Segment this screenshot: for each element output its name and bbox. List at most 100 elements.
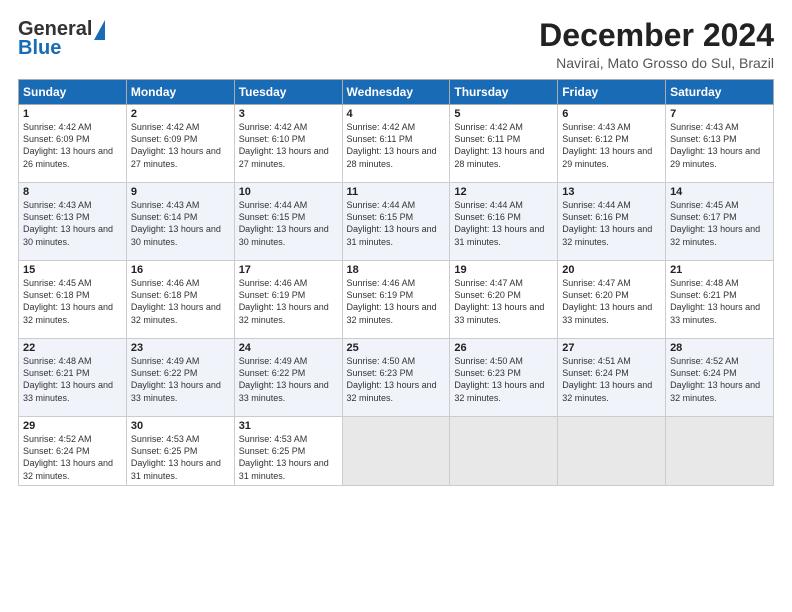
day-number: 4 xyxy=(347,108,446,120)
cell-info: Sunrise: 4:46 AMSunset: 6:19 PMDaylight:… xyxy=(347,278,437,324)
calendar-cell: 18 Sunrise: 4:46 AMSunset: 6:19 PMDayligh… xyxy=(342,261,450,339)
calendar-day-header: Monday xyxy=(126,80,234,105)
cell-info: Sunrise: 4:42 AMSunset: 6:10 PMDaylight:… xyxy=(239,122,329,168)
day-number: 26 xyxy=(454,342,553,354)
cell-info: Sunrise: 4:44 AMSunset: 6:16 PMDaylight:… xyxy=(562,200,652,246)
cell-info: Sunrise: 4:45 AMSunset: 6:18 PMDaylight:… xyxy=(23,278,113,324)
calendar-cell: 16Sunrise: 4:46 AMSunset: 6:18 PMDayligh… xyxy=(126,261,234,339)
calendar-cell: 11 Sunrise: 4:44 AMSunset: 6:15 PMDayligh… xyxy=(342,183,450,261)
cell-info: Sunrise: 4:43 AMSunset: 6:13 PMDaylight:… xyxy=(670,122,760,168)
cell-info: Sunrise: 4:48 AMSunset: 6:21 PMDaylight:… xyxy=(670,278,760,324)
cell-info: Sunrise: 4:43 AMSunset: 6:13 PMDaylight:… xyxy=(23,200,113,246)
logo: General Blue xyxy=(18,18,105,60)
calendar-cell: 19 Sunrise: 4:47 AMSunset: 6:20 PMDayligh… xyxy=(450,261,558,339)
calendar-cell: 31 Sunrise: 4:53 AMSunset: 6:25 PMDayligh… xyxy=(234,417,342,486)
calendar-cell: 17 Sunrise: 4:46 AMSunset: 6:19 PMDayligh… xyxy=(234,261,342,339)
cell-info: Sunrise: 4:51 AMSunset: 6:24 PMDaylight:… xyxy=(562,356,652,402)
day-number: 8 xyxy=(23,186,122,198)
day-number: 18 xyxy=(347,264,446,276)
calendar-cell: 20 Sunrise: 4:47 AMSunset: 6:20 PMDayligh… xyxy=(558,261,666,339)
cell-info: Sunrise: 4:50 AMSunset: 6:23 PMDaylight:… xyxy=(347,356,437,402)
calendar-cell: 13 Sunrise: 4:44 AMSunset: 6:16 PMDayligh… xyxy=(558,183,666,261)
calendar-day-header: Saturday xyxy=(666,80,774,105)
calendar-cell: 25 Sunrise: 4:50 AMSunset: 6:23 PMDayligh… xyxy=(342,339,450,417)
calendar-day-header: Sunday xyxy=(19,80,127,105)
day-number: 25 xyxy=(347,342,446,354)
calendar-cell: 15 Sunrise: 4:45 AMSunset: 6:18 PMDayligh… xyxy=(19,261,127,339)
calendar-cell xyxy=(450,417,558,486)
calendar-header-row: SundayMondayTuesdayWednesdayThursdayFrid… xyxy=(19,80,774,105)
cell-info: Sunrise: 4:42 AMSunset: 6:09 PMDaylight:… xyxy=(23,122,113,168)
cell-info: Sunrise: 4:43 AMSunset: 6:14 PMDaylight:… xyxy=(131,200,221,246)
location: Navirai, Mato Grosso do Sul, Brazil xyxy=(539,55,774,71)
cell-info: Sunrise: 4:44 AMSunset: 6:15 PMDaylight:… xyxy=(347,200,437,246)
day-number: 24 xyxy=(239,342,338,354)
logo-triangle xyxy=(94,20,105,40)
day-number: 20 xyxy=(562,264,661,276)
cell-info: Sunrise: 4:46 AMSunset: 6:19 PMDaylight:… xyxy=(239,278,329,324)
header: General Blue December 2024 Navirai, Mato… xyxy=(18,18,774,71)
calendar-cell: 14Sunrise: 4:45 AMSunset: 6:17 PMDayligh… xyxy=(666,183,774,261)
calendar-cell: 8 Sunrise: 4:43 AMSunset: 6:13 PMDaylight… xyxy=(19,183,127,261)
calendar-cell: 26 Sunrise: 4:50 AMSunset: 6:23 PMDayligh… xyxy=(450,339,558,417)
cell-info: Sunrise: 4:42 AMSunset: 6:09 PMDaylight:… xyxy=(131,122,221,168)
cell-info: Sunrise: 4:44 AMSunset: 6:16 PMDaylight:… xyxy=(454,200,544,246)
page: General Blue December 2024 Navirai, Mato… xyxy=(0,0,792,612)
day-number: 19 xyxy=(454,264,553,276)
calendar-cell: 6Sunrise: 4:43 AMSunset: 6:12 PMDaylight… xyxy=(558,105,666,183)
calendar-table: SundayMondayTuesdayWednesdayThursdayFrid… xyxy=(18,79,774,486)
day-number: 30 xyxy=(131,420,230,432)
cell-info: Sunrise: 4:42 AMSunset: 6:11 PMDaylight:… xyxy=(347,122,437,168)
calendar-day-header: Wednesday xyxy=(342,80,450,105)
cell-info: Sunrise: 4:52 AMSunset: 6:24 PMDaylight:… xyxy=(670,356,760,402)
cell-info: Sunrise: 4:49 AMSunset: 6:22 PMDaylight:… xyxy=(131,356,221,402)
cell-info: Sunrise: 4:46 AMSunset: 6:18 PMDaylight:… xyxy=(131,278,221,324)
calendar-day-header: Tuesday xyxy=(234,80,342,105)
cell-info: Sunrise: 4:43 AMSunset: 6:12 PMDaylight:… xyxy=(562,122,652,168)
calendar-cell: 9 Sunrise: 4:43 AMSunset: 6:14 PMDaylight… xyxy=(126,183,234,261)
calendar-cell: 29Sunrise: 4:52 AMSunset: 6:24 PMDayligh… xyxy=(19,417,127,486)
calendar-cell: 7 Sunrise: 4:43 AMSunset: 6:13 PMDaylight… xyxy=(666,105,774,183)
day-number: 3 xyxy=(239,108,338,120)
calendar-cell: 2 Sunrise: 4:42 AMSunset: 6:09 PMDaylight… xyxy=(126,105,234,183)
calendar-cell: 22Sunrise: 4:48 AMSunset: 6:21 PMDayligh… xyxy=(19,339,127,417)
month-title: December 2024 xyxy=(539,18,774,53)
cell-info: Sunrise: 4:48 AMSunset: 6:21 PMDaylight:… xyxy=(23,356,113,402)
day-number: 1 xyxy=(23,108,122,120)
day-number: 9 xyxy=(131,186,230,198)
calendar-cell: 27Sunrise: 4:51 AMSunset: 6:24 PMDayligh… xyxy=(558,339,666,417)
cell-info: Sunrise: 4:50 AMSunset: 6:23 PMDaylight:… xyxy=(454,356,544,402)
cell-info: Sunrise: 4:47 AMSunset: 6:20 PMDaylight:… xyxy=(454,278,544,324)
day-number: 2 xyxy=(131,108,230,120)
cell-info: Sunrise: 4:53 AMSunset: 6:25 PMDaylight:… xyxy=(239,434,329,480)
day-number: 5 xyxy=(454,108,553,120)
day-number: 28 xyxy=(670,342,769,354)
day-number: 10 xyxy=(239,186,338,198)
day-number: 23 xyxy=(131,342,230,354)
cell-info: Sunrise: 4:49 AMSunset: 6:22 PMDaylight:… xyxy=(239,356,329,402)
calendar-cell: 4 Sunrise: 4:42 AMSunset: 6:11 PMDaylight… xyxy=(342,105,450,183)
day-number: 11 xyxy=(347,186,446,198)
day-number: 7 xyxy=(670,108,769,120)
day-number: 14 xyxy=(670,186,769,198)
cell-info: Sunrise: 4:47 AMSunset: 6:20 PMDaylight:… xyxy=(562,278,652,324)
calendar-cell xyxy=(666,417,774,486)
calendar-cell: 3 Sunrise: 4:42 AMSunset: 6:10 PMDaylight… xyxy=(234,105,342,183)
calendar-cell: 24 Sunrise: 4:49 AMSunset: 6:22 PMDayligh… xyxy=(234,339,342,417)
calendar-cell: 5 Sunrise: 4:42 AMSunset: 6:11 PMDaylight… xyxy=(450,105,558,183)
calendar-cell: 21 Sunrise: 4:48 AMSunset: 6:21 PMDayligh… xyxy=(666,261,774,339)
day-number: 15 xyxy=(23,264,122,276)
calendar-cell: 30Sunrise: 4:53 AMSunset: 6:25 PMDayligh… xyxy=(126,417,234,486)
day-number: 21 xyxy=(670,264,769,276)
calendar-cell: 23 Sunrise: 4:49 AMSunset: 6:22 PMDayligh… xyxy=(126,339,234,417)
day-number: 29 xyxy=(23,420,122,432)
day-number: 13 xyxy=(562,186,661,198)
title-block: December 2024 Navirai, Mato Grosso do Su… xyxy=(539,18,774,71)
day-number: 17 xyxy=(239,264,338,276)
day-number: 31 xyxy=(239,420,338,432)
calendar-cell: 12Sunrise: 4:44 AMSunset: 6:16 PMDayligh… xyxy=(450,183,558,261)
cell-info: Sunrise: 4:42 AMSunset: 6:11 PMDaylight:… xyxy=(454,122,544,168)
calendar-cell: 1 Sunrise: 4:42 AMSunset: 6:09 PMDaylight… xyxy=(19,105,127,183)
calendar-day-header: Friday xyxy=(558,80,666,105)
calendar-cell: 10Sunrise: 4:44 AMSunset: 6:15 PMDayligh… xyxy=(234,183,342,261)
